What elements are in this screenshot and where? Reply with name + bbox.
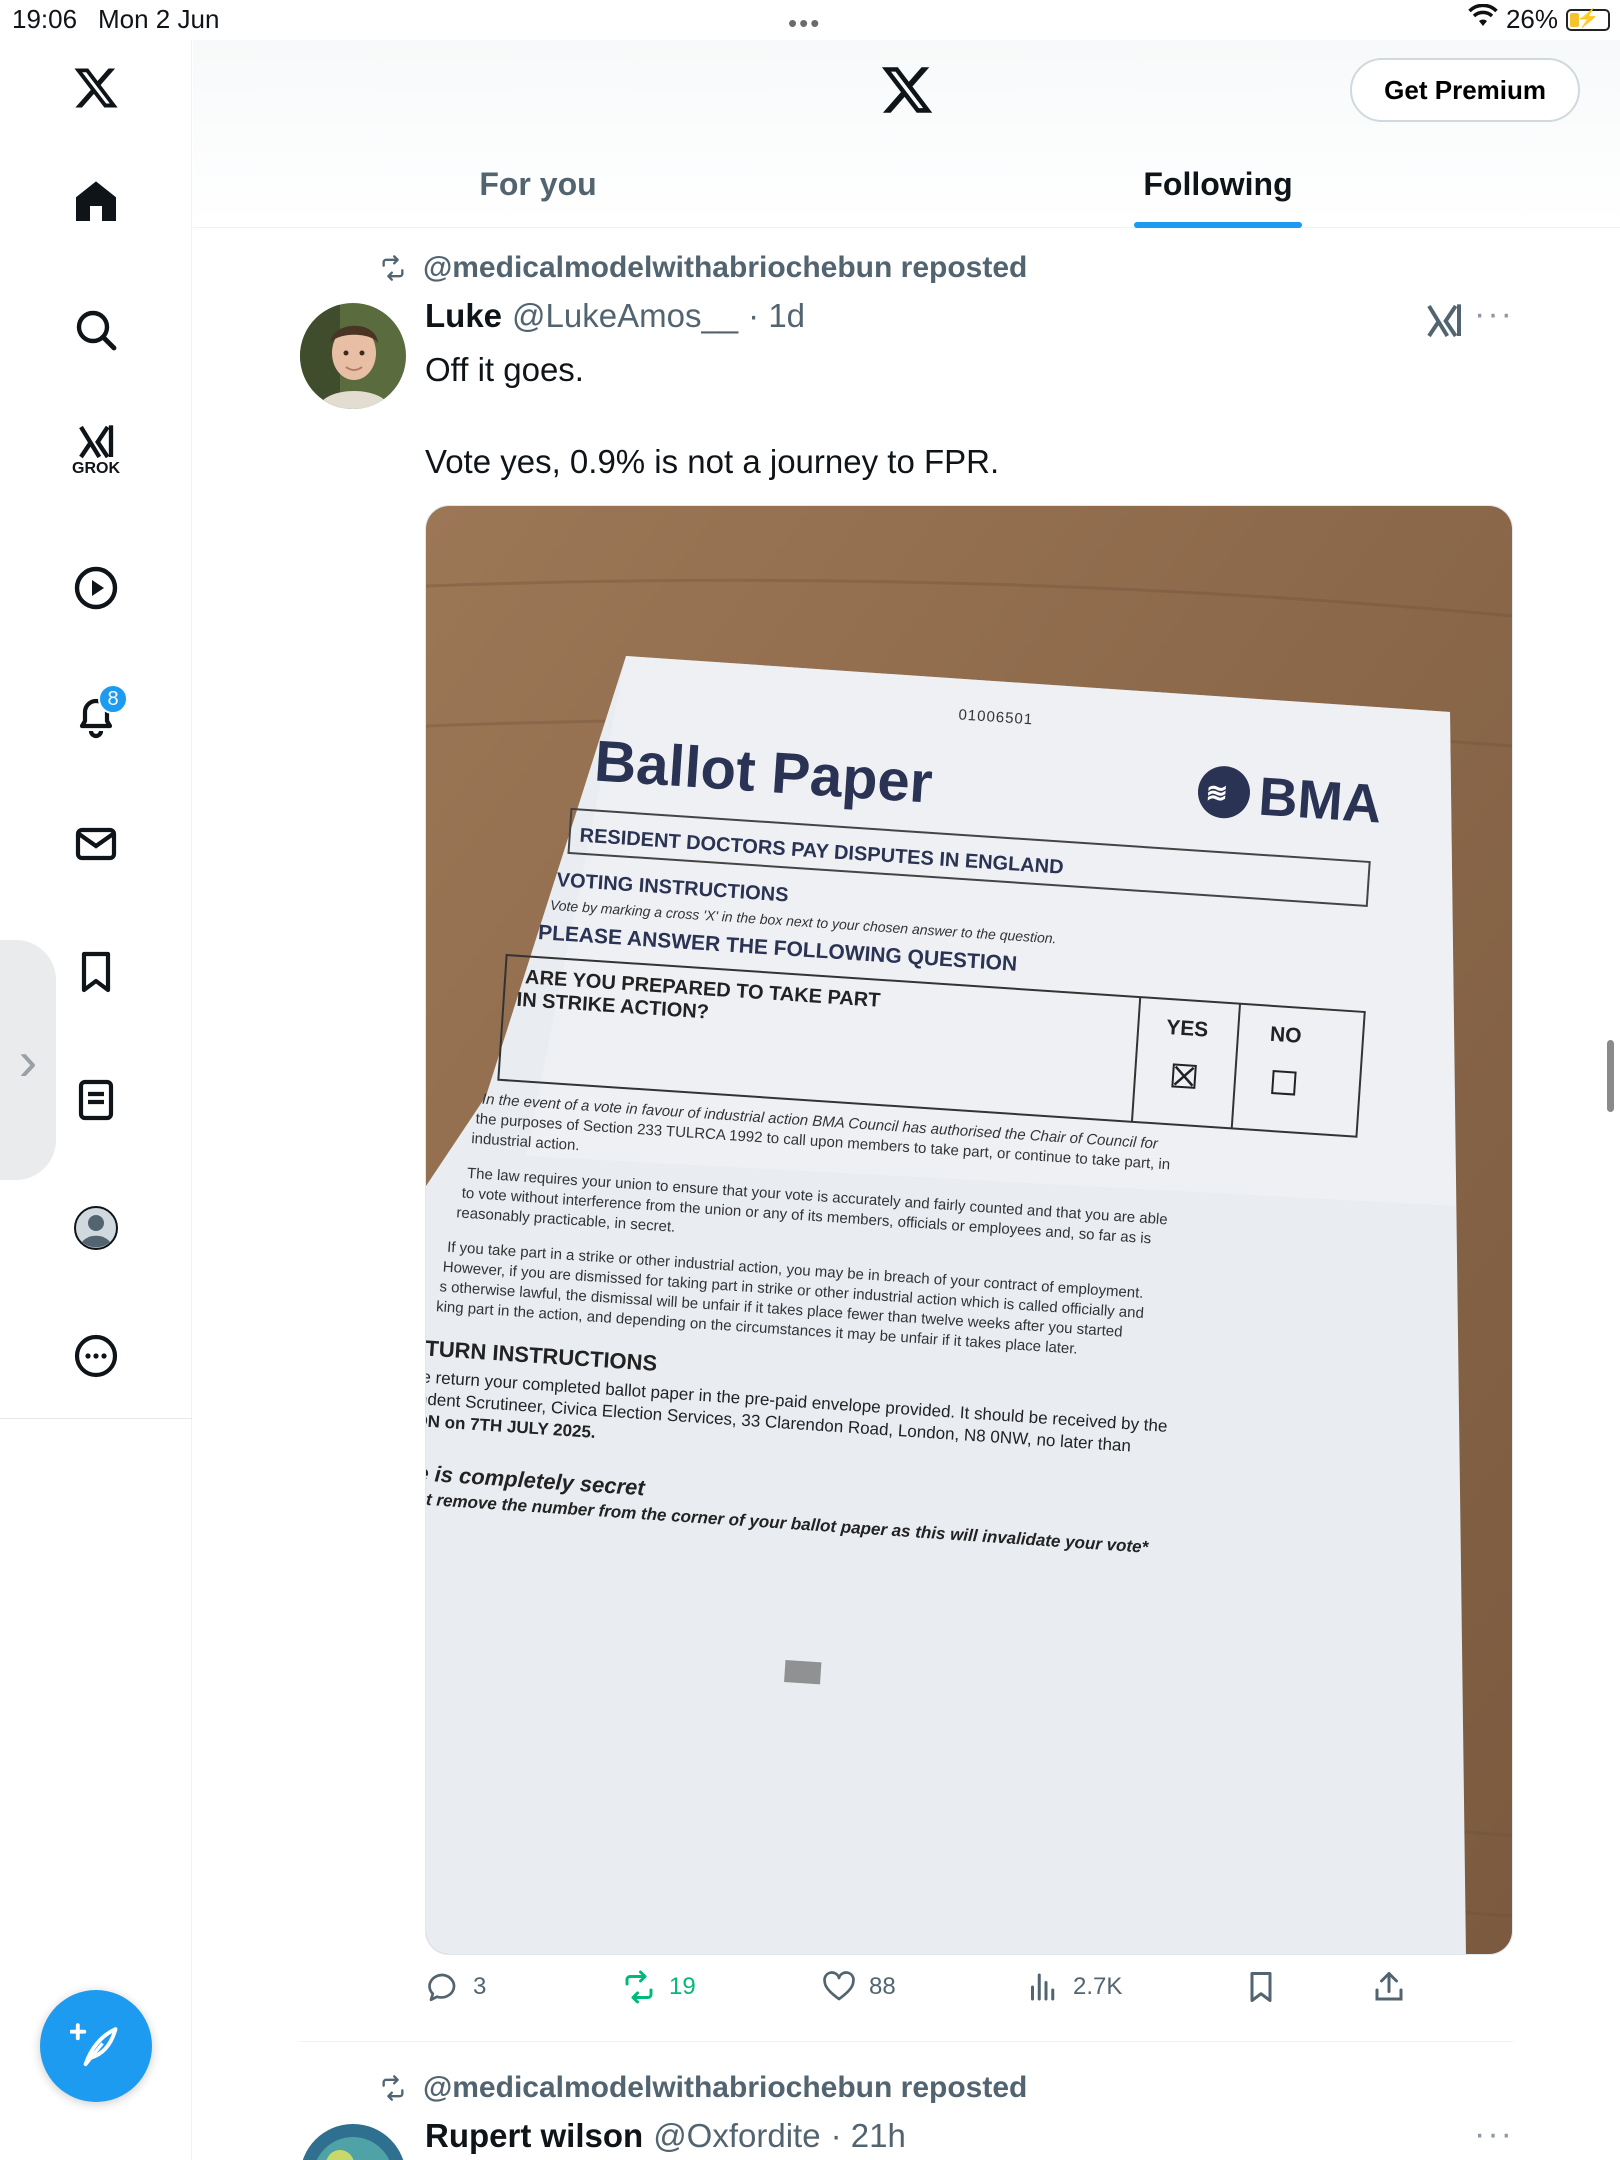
avatar[interactable] <box>300 303 406 409</box>
more-options-icon[interactable]: ··· <box>1474 295 1514 334</box>
grok-label: GROK <box>72 460 120 477</box>
more-options-icon[interactable]: ··· <box>1474 2115 1514 2154</box>
bookmark-icon <box>1250 1972 1272 2002</box>
timeline-header: Get Premium For you Following <box>193 40 1620 228</box>
tweet-text-line1: Off it goes. <box>425 351 584 388</box>
views-chart-icon <box>1031 1973 1055 2001</box>
home-icon[interactable] <box>58 164 134 240</box>
repost-context: @medicalmodelwithabriochebun reposted <box>377 2071 1027 2105</box>
tab-following-label: Following <box>1143 165 1293 202</box>
grok-icon[interactable]: GROK <box>58 412 134 488</box>
tweet-header: Rupert wilson @Oxfordite · 21h <box>425 2117 906 2155</box>
notifications-icon[interactable]: 8 <box>58 678 134 754</box>
repost-by-label[interactable]: @medicalmodelwithabriochebun reposted <box>423 251 1027 285</box>
share-icon <box>1375 1972 1403 2001</box>
get-premium-button[interactable]: Get Premium <box>1350 58 1580 122</box>
yes-label: YES <box>1166 1016 1209 1042</box>
battery-icon: ⚡ <box>1566 7 1610 31</box>
author-handle[interactable]: @LukeAmos__ <box>512 297 738 335</box>
sidebar-divider <box>0 1418 192 1419</box>
like-button[interactable]: 88 <box>821 1969 896 2005</box>
tab-following[interactable]: Following <box>883 140 1553 228</box>
repost-icon <box>382 255 404 281</box>
tab-for-you[interactable]: For you <box>193 140 883 228</box>
scrollbar[interactable] <box>1607 1040 1614 1112</box>
multitasking-dots-icon[interactable]: ••• <box>788 8 821 39</box>
bma-logo-text: BMA <box>1257 767 1384 835</box>
heart-icon <box>823 1971 855 2001</box>
video-icon[interactable] <box>58 550 134 626</box>
battery-percent: 26% <box>1505 4 1558 34</box>
charging-bolt-icon: ⚡ <box>1576 7 1600 28</box>
grok-explain-icon[interactable] <box>1424 301 1464 341</box>
repost-count: 19 <box>669 1973 696 2000</box>
avatar[interactable] <box>300 2124 406 2160</box>
tweet-divider <box>299 2041 1513 2042</box>
profile-icon[interactable] <box>58 1190 134 1266</box>
tweet-time[interactable]: · 21h <box>831 2117 906 2155</box>
compose-button[interactable] <box>40 1990 152 2102</box>
notification-badge: 8 <box>98 684 128 714</box>
author-name[interactable]: Rupert wilson <box>425 2117 643 2155</box>
tweet-actions: 3 19 88 2.7K <box>425 1969 1525 2019</box>
x-logo[interactable] <box>58 50 134 126</box>
repost-icon <box>382 2075 404 2101</box>
status-date: Mon 2 Jun <box>98 4 220 34</box>
view-count: 2.7K <box>1073 1973 1123 2000</box>
tweet-text-line2: Vote yes, 0.9% is not a journey to FPR. <box>425 443 1000 480</box>
tweet-image[interactable]: 01006501 ≋ BMA Ballot Paper RESIDENT DOC… <box>425 505 1513 1955</box>
compose-feather-icon <box>70 2023 118 2067</box>
share-button[interactable] <box>1371 1969 1407 2005</box>
x-logo-header <box>881 67 933 113</box>
more-icon[interactable] <box>58 1318 134 1394</box>
repost-context: @medicalmodelwithabriochebun reposted <box>377 251 1027 285</box>
active-tab-indicator <box>1134 222 1302 228</box>
status-time: 19:06 <box>12 4 78 34</box>
side-panel-handle[interactable]: › <box>0 940 56 1180</box>
repost-icon <box>625 1970 653 2004</box>
wifi-icon <box>1468 3 1498 35</box>
tweet-time[interactable]: · 1d <box>748 297 805 335</box>
bookmark-button[interactable] <box>1243 1969 1279 2005</box>
author-name[interactable]: Luke <box>425 297 502 335</box>
reply-icon <box>428 1973 456 2002</box>
ballot-photo: 01006501 ≋ BMA Ballot Paper RESIDENT DOC… <box>426 506 1512 1954</box>
reply-count: 3 <box>473 1973 487 2000</box>
repost-by-label[interactable]: @medicalmodelwithabriochebun reposted <box>423 2071 1027 2105</box>
no-label: NO <box>1269 1023 1302 1048</box>
status-bar: 19:06 Mon 2 Jun ••• 26% ⚡ <box>0 0 1620 40</box>
svg-text:≋: ≋ <box>1205 777 1229 808</box>
chevron-right-icon: › <box>18 1028 38 1092</box>
repost-button[interactable]: 19 <box>621 1969 696 2005</box>
search-icon[interactable] <box>58 292 134 368</box>
author-handle[interactable]: @Oxfordite <box>653 2117 820 2155</box>
messages-icon[interactable] <box>58 806 134 882</box>
tab-for-you-label: For you <box>479 165 597 202</box>
reply-button[interactable]: 3 <box>425 1969 486 2005</box>
like-count: 88 <box>869 1973 896 2000</box>
lists-icon[interactable] <box>58 1062 134 1138</box>
bookmarks-icon[interactable] <box>58 934 134 1010</box>
views-button[interactable]: 2.7K <box>1025 1969 1122 2005</box>
tweet-header: Luke @LukeAmos__ · 1d <box>425 297 805 335</box>
